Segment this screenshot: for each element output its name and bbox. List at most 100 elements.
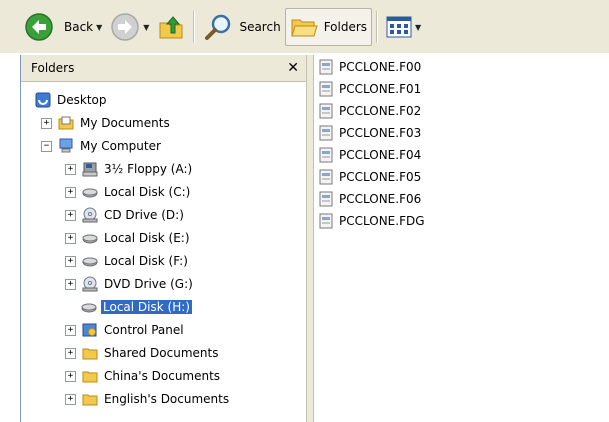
file-item[interactable]: PCCLONE.F03 (318, 123, 421, 143)
file-name: PCCLONE.F06 (339, 192, 422, 206)
tree-item-disk-e[interactable]: + Local Disk (E:) (65, 228, 192, 248)
tree-item-shared-documents[interactable]: + Shared Documents (65, 343, 220, 363)
tree-label: Local Disk (F:) (104, 254, 188, 268)
expand-icon[interactable]: + (65, 347, 76, 359)
expand-icon[interactable]: + (65, 324, 76, 336)
expand-icon[interactable]: + (65, 163, 76, 175)
search-label: Search (239, 20, 281, 34)
tree-label: CD Drive (D:) (104, 208, 184, 222)
folder-tree: Desktop + My Documents − My Computer + 3… (21, 82, 307, 406)
tree-label: My Computer (80, 139, 161, 153)
folders-label: Folders (323, 20, 368, 34)
tree-label: China's Documents (104, 369, 221, 383)
back-button[interactable]: Back ▼ (20, 8, 106, 46)
file-icon (319, 59, 333, 75)
file-item[interactable]: PCCLONE.F06 (318, 189, 421, 209)
file-item[interactable]: PCCLONE.F01 (318, 79, 421, 99)
folders-pane-title: Folders (31, 61, 75, 75)
tree-item-my-computer[interactable]: − My Computer (41, 136, 163, 156)
folders-pane: Folders ✕ Desktop + My Documents − My Co… (20, 55, 307, 422)
desktop-icon (35, 92, 51, 108)
back-arrow-icon (25, 13, 53, 41)
toolbar: Back ▼ ▼ Search Folders ▼ (0, 0, 609, 53)
file-icon (319, 103, 333, 119)
expand-icon[interactable]: + (65, 209, 76, 221)
tree-label: Control Panel (104, 323, 184, 337)
file-icon (319, 191, 333, 207)
file-item[interactable]: PCCLONE.F04 (318, 145, 421, 165)
expand-icon[interactable]: + (41, 117, 52, 129)
hard-disk-icon (82, 257, 98, 267)
up-folder-icon (159, 16, 183, 39)
tree-item-dvd-g[interactable]: + DVD Drive (G:) (65, 274, 195, 294)
views-icon (386, 16, 412, 38)
file-name: PCCLONE.F01 (339, 82, 422, 96)
search-icon (205, 14, 231, 40)
folders-icon (291, 19, 318, 37)
file-name: PCCLONE.F05 (339, 170, 422, 184)
hard-disk-icon (82, 188, 98, 198)
collapse-icon[interactable]: − (41, 140, 52, 152)
tree-label: Local Disk (E:) (104, 231, 190, 245)
my-computer-icon (59, 138, 73, 153)
folders-button[interactable]: Folders (284, 8, 373, 46)
file-name: PCCLONE.F02 (339, 104, 422, 118)
expand-icon[interactable]: + (65, 393, 76, 405)
tree-label: Shared Documents (104, 346, 219, 360)
hard-disk-icon (82, 234, 98, 244)
cd-drive-icon (82, 207, 98, 223)
file-icon (319, 81, 333, 97)
tree-item-disk-h[interactable]: Local Disk (H:) (81, 297, 193, 317)
file-icon (319, 169, 333, 185)
forward-dropdown-icon[interactable]: ▼ (143, 23, 149, 32)
floppy-drive-icon (82, 162, 98, 177)
file-list-pane: PCCLONE.F00 PCCLONE.F01 PCCLONE.F02 PCCL… (314, 55, 609, 422)
views-button[interactable]: ▼ (382, 8, 425, 46)
tree-item-china-documents[interactable]: + China's Documents (65, 366, 222, 386)
expand-icon[interactable]: + (65, 232, 76, 244)
expand-icon[interactable]: + (65, 278, 76, 290)
toolbar-separator (376, 11, 379, 43)
tree-item-disk-c[interactable]: + Local Disk (C:) (65, 182, 192, 202)
up-folder-button[interactable] (153, 8, 189, 46)
folder-icon (82, 371, 98, 383)
expand-icon[interactable]: + (65, 186, 76, 198)
tree-item-floppy-a[interactable]: + 3½ Floppy (A:) (65, 159, 194, 179)
file-item[interactable]: PCCLONE.F00 (318, 57, 421, 77)
file-item[interactable]: PCCLONE.F05 (318, 167, 421, 187)
tree-item-disk-f[interactable]: + Local Disk (F:) (65, 251, 190, 271)
tree-item-english-documents[interactable]: + English's Documents (65, 389, 231, 409)
dvd-drive-icon (82, 276, 98, 292)
tree-label: DVD Drive (G:) (104, 277, 193, 291)
my-documents-icon (58, 116, 74, 130)
forward-arrow-icon (111, 13, 140, 41)
file-icon (319, 125, 333, 141)
file-name: PCCLONE.FDG (339, 214, 425, 228)
tree-label: My Documents (80, 116, 170, 130)
explorer-panes: Folders ✕ Desktop + My Documents − My Co… (20, 55, 609, 422)
expand-icon[interactable]: + (65, 255, 76, 267)
back-dropdown-icon[interactable]: ▼ (96, 23, 102, 32)
views-dropdown-icon[interactable]: ▼ (415, 23, 421, 32)
file-item[interactable]: PCCLONE.FDG (318, 211, 425, 231)
tree-item-my-documents[interactable]: + My Documents (41, 113, 172, 133)
tree-label: Local Disk (C:) (104, 185, 191, 199)
toolbar-separator (193, 11, 196, 43)
folder-icon (82, 394, 98, 406)
tree-item-desktop[interactable]: Desktop (35, 90, 109, 110)
back-label: Back (64, 20, 94, 34)
hard-disk-icon (81, 303, 97, 313)
tree-item-control-panel[interactable]: + Control Panel (65, 320, 186, 340)
file-name: PCCLONE.F00 (339, 60, 422, 74)
tree-item-cd-d[interactable]: + CD Drive (D:) (65, 205, 186, 225)
expand-icon[interactable]: + (65, 370, 76, 382)
forward-button[interactable]: ▼ (106, 8, 153, 46)
search-button[interactable]: Search (199, 8, 284, 46)
close-pane-button[interactable]: ✕ (287, 60, 299, 76)
pane-splitter[interactable] (306, 55, 314, 422)
toolbar-buttons: Back ▼ ▼ Search Folders ▼ (20, 4, 425, 50)
file-item[interactable]: PCCLONE.F02 (318, 101, 421, 121)
file-name: PCCLONE.F03 (339, 126, 422, 140)
file-name: PCCLONE.F04 (339, 148, 422, 162)
tree-label: Desktop (57, 93, 107, 107)
